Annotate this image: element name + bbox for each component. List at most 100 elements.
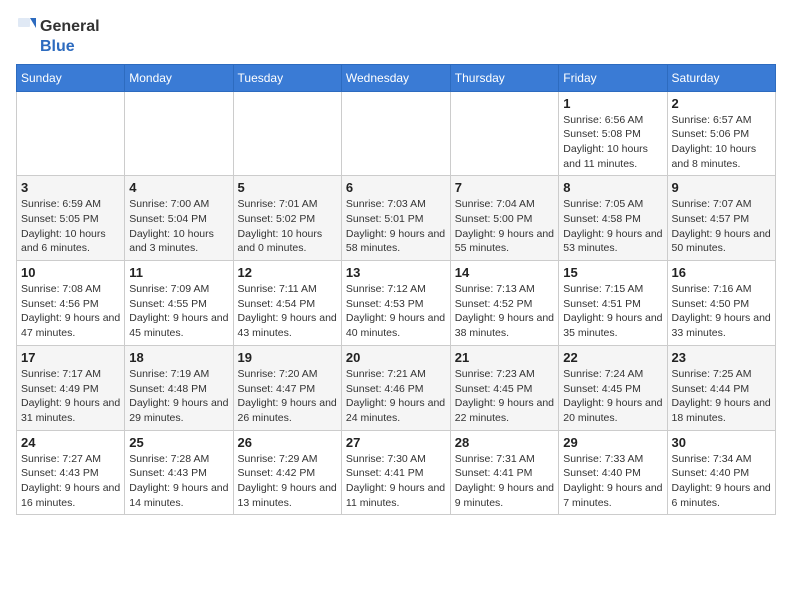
calendar-cell: 13 Sunrise: 7:12 AM Sunset: 4:53 PM Dayli… [341, 261, 450, 346]
day-number: 6 [346, 180, 446, 195]
calendar-week-row: 24 Sunrise: 7:27 AM Sunset: 4:43 PM Dayli… [17, 430, 776, 515]
calendar-cell: 28 Sunrise: 7:31 AM Sunset: 4:41 PM Dayli… [450, 430, 559, 515]
calendar-cell [450, 91, 559, 176]
day-number: 20 [346, 350, 446, 365]
day-number: 18 [129, 350, 228, 365]
logo: General Blue [16, 16, 100, 56]
day-info: Sunrise: 7:00 AM Sunset: 5:04 PM Dayligh… [129, 197, 228, 256]
calendar-cell: 22 Sunrise: 7:24 AM Sunset: 4:45 PM Dayli… [559, 345, 667, 430]
day-info: Sunrise: 7:24 AM Sunset: 4:45 PM Dayligh… [563, 367, 662, 426]
day-info: Sunrise: 7:21 AM Sunset: 4:46 PM Dayligh… [346, 367, 446, 426]
day-number: 22 [563, 350, 662, 365]
day-info: Sunrise: 7:08 AM Sunset: 4:56 PM Dayligh… [21, 282, 120, 341]
weekday-header-sunday: Sunday [17, 64, 125, 91]
day-info: Sunrise: 7:25 AM Sunset: 4:44 PM Dayligh… [672, 367, 771, 426]
day-info: Sunrise: 7:09 AM Sunset: 4:55 PM Dayligh… [129, 282, 228, 341]
day-info: Sunrise: 7:15 AM Sunset: 4:51 PM Dayligh… [563, 282, 662, 341]
calendar-cell: 30 Sunrise: 7:34 AM Sunset: 4:40 PM Dayli… [667, 430, 775, 515]
calendar-cell: 21 Sunrise: 7:23 AM Sunset: 4:45 PM Dayli… [450, 345, 559, 430]
day-number: 13 [346, 265, 446, 280]
calendar-cell: 25Sunrise: 7:28 AM Sunset: 4:43 PM Dayli… [125, 430, 233, 515]
calendar-cell: 19 Sunrise: 7:20 AM Sunset: 4:47 PM Dayli… [233, 345, 341, 430]
day-number: 29 [563, 435, 662, 450]
day-info: Sunrise: 7:04 AM Sunset: 5:00 PM Dayligh… [455, 197, 555, 256]
day-info: Sunrise: 7:27 AM Sunset: 4:43 PM Dayligh… [21, 452, 120, 511]
day-number: 7 [455, 180, 555, 195]
calendar-cell: 15Sunrise: 7:15 AM Sunset: 4:51 PM Dayli… [559, 261, 667, 346]
calendar-cell: 9 Sunrise: 7:07 AM Sunset: 4:57 PM Daylig… [667, 176, 775, 261]
day-number: 12 [238, 265, 337, 280]
day-number: 3 [21, 180, 120, 195]
day-info: Sunrise: 7:31 AM Sunset: 4:41 PM Dayligh… [455, 452, 555, 511]
day-number: 4 [129, 180, 228, 195]
calendar-cell: 18 Sunrise: 7:19 AM Sunset: 4:48 PM Dayli… [125, 345, 233, 430]
logo-blue: Blue [40, 38, 75, 55]
day-info: Sunrise: 7:33 AM Sunset: 4:40 PM Dayligh… [563, 452, 662, 511]
calendar-cell: 14 Sunrise: 7:13 AM Sunset: 4:52 PM Dayli… [450, 261, 559, 346]
day-number: 8 [563, 180, 662, 195]
calendar-cell [233, 91, 341, 176]
day-info: Sunrise: 7:17 AM Sunset: 4:49 PM Dayligh… [21, 367, 120, 426]
day-number: 10 [21, 265, 120, 280]
calendar-cell: 1 Sunrise: 6:56 AM Sunset: 5:08 PM Daylig… [559, 91, 667, 176]
weekday-header-monday: Monday [125, 64, 233, 91]
day-info: Sunrise: 7:30 AM Sunset: 4:41 PM Dayligh… [346, 452, 446, 511]
calendar-week-row: 10 Sunrise: 7:08 AM Sunset: 4:56 PM Dayli… [17, 261, 776, 346]
calendar-cell: 6 Sunrise: 7:03 AM Sunset: 5:01 PM Daylig… [341, 176, 450, 261]
calendar-week-row: 17 Sunrise: 7:17 AM Sunset: 4:49 PM Dayli… [17, 345, 776, 430]
day-number: 11 [129, 265, 228, 280]
day-number: 30 [672, 435, 771, 450]
day-number: 21 [455, 350, 555, 365]
logo-icon [16, 16, 38, 38]
day-info: Sunrise: 7:07 AM Sunset: 4:57 PM Dayligh… [672, 197, 771, 256]
day-number: 24 [21, 435, 120, 450]
weekday-header-saturday: Saturday [667, 64, 775, 91]
day-info: Sunrise: 7:13 AM Sunset: 4:52 PM Dayligh… [455, 282, 555, 341]
day-info: Sunrise: 7:01 AM Sunset: 5:02 PM Dayligh… [238, 197, 337, 256]
calendar-cell: 8 Sunrise: 7:05 AM Sunset: 4:58 PM Daylig… [559, 176, 667, 261]
calendar-cell: 17 Sunrise: 7:17 AM Sunset: 4:49 PM Dayli… [17, 345, 125, 430]
weekday-header-tuesday: Tuesday [233, 64, 341, 91]
calendar-cell: 4 Sunrise: 7:00 AM Sunset: 5:04 PM Daylig… [125, 176, 233, 261]
calendar-cell: 12Sunrise: 7:11 AM Sunset: 4:54 PM Dayli… [233, 261, 341, 346]
calendar-cell: 3 Sunrise: 6:59 AM Sunset: 5:05 PM Daylig… [17, 176, 125, 261]
day-info: Sunrise: 7:34 AM Sunset: 4:40 PM Dayligh… [672, 452, 771, 511]
day-number: 23 [672, 350, 771, 365]
day-info: Sunrise: 6:56 AM Sunset: 5:08 PM Dayligh… [563, 113, 662, 172]
day-info: Sunrise: 7:12 AM Sunset: 4:53 PM Dayligh… [346, 282, 446, 341]
day-number: 16 [672, 265, 771, 280]
day-number: 2 [672, 96, 771, 111]
day-info: Sunrise: 7:19 AM Sunset: 4:48 PM Dayligh… [129, 367, 228, 426]
day-info: Sunrise: 7:03 AM Sunset: 5:01 PM Dayligh… [346, 197, 446, 256]
calendar-cell: 10 Sunrise: 7:08 AM Sunset: 4:56 PM Dayli… [17, 261, 125, 346]
day-number: 25 [129, 435, 228, 450]
day-info: Sunrise: 7:23 AM Sunset: 4:45 PM Dayligh… [455, 367, 555, 426]
weekday-header-wednesday: Wednesday [341, 64, 450, 91]
weekday-header-row: SundayMondayTuesdayWednesdayThursdayFrid… [17, 64, 776, 91]
day-number: 14 [455, 265, 555, 280]
day-number: 27 [346, 435, 446, 450]
day-info: Sunrise: 7:05 AM Sunset: 4:58 PM Dayligh… [563, 197, 662, 256]
logo-general: General [40, 18, 100, 36]
day-number: 19 [238, 350, 337, 365]
day-number: 28 [455, 435, 555, 450]
calendar-cell: 16 Sunrise: 7:16 AM Sunset: 4:50 PM Dayli… [667, 261, 775, 346]
weekday-header-friday: Friday [559, 64, 667, 91]
calendar-week-row: 3 Sunrise: 6:59 AM Sunset: 5:05 PM Daylig… [17, 176, 776, 261]
day-number: 5 [238, 180, 337, 195]
calendar-cell: 23 Sunrise: 7:25 AM Sunset: 4:44 PM Dayli… [667, 345, 775, 430]
weekday-header-thursday: Thursday [450, 64, 559, 91]
calendar-cell: 2Sunrise: 6:57 AM Sunset: 5:06 PM Daylig… [667, 91, 775, 176]
day-number: 9 [672, 180, 771, 195]
calendar-week-row: 1 Sunrise: 6:56 AM Sunset: 5:08 PM Daylig… [17, 91, 776, 176]
day-number: 17 [21, 350, 120, 365]
day-info: Sunrise: 7:16 AM Sunset: 4:50 PM Dayligh… [672, 282, 771, 341]
day-number: 26 [238, 435, 337, 450]
day-number: 1 [563, 96, 662, 111]
logo-text: General Blue [16, 16, 100, 56]
page-header: General Blue [16, 16, 776, 56]
calendar-cell: 29 Sunrise: 7:33 AM Sunset: 4:40 PM Dayli… [559, 430, 667, 515]
calendar-cell: 7 Sunrise: 7:04 AM Sunset: 5:00 PM Daylig… [450, 176, 559, 261]
day-info: Sunrise: 6:59 AM Sunset: 5:05 PM Dayligh… [21, 197, 120, 256]
day-info: Sunrise: 7:20 AM Sunset: 4:47 PM Dayligh… [238, 367, 337, 426]
